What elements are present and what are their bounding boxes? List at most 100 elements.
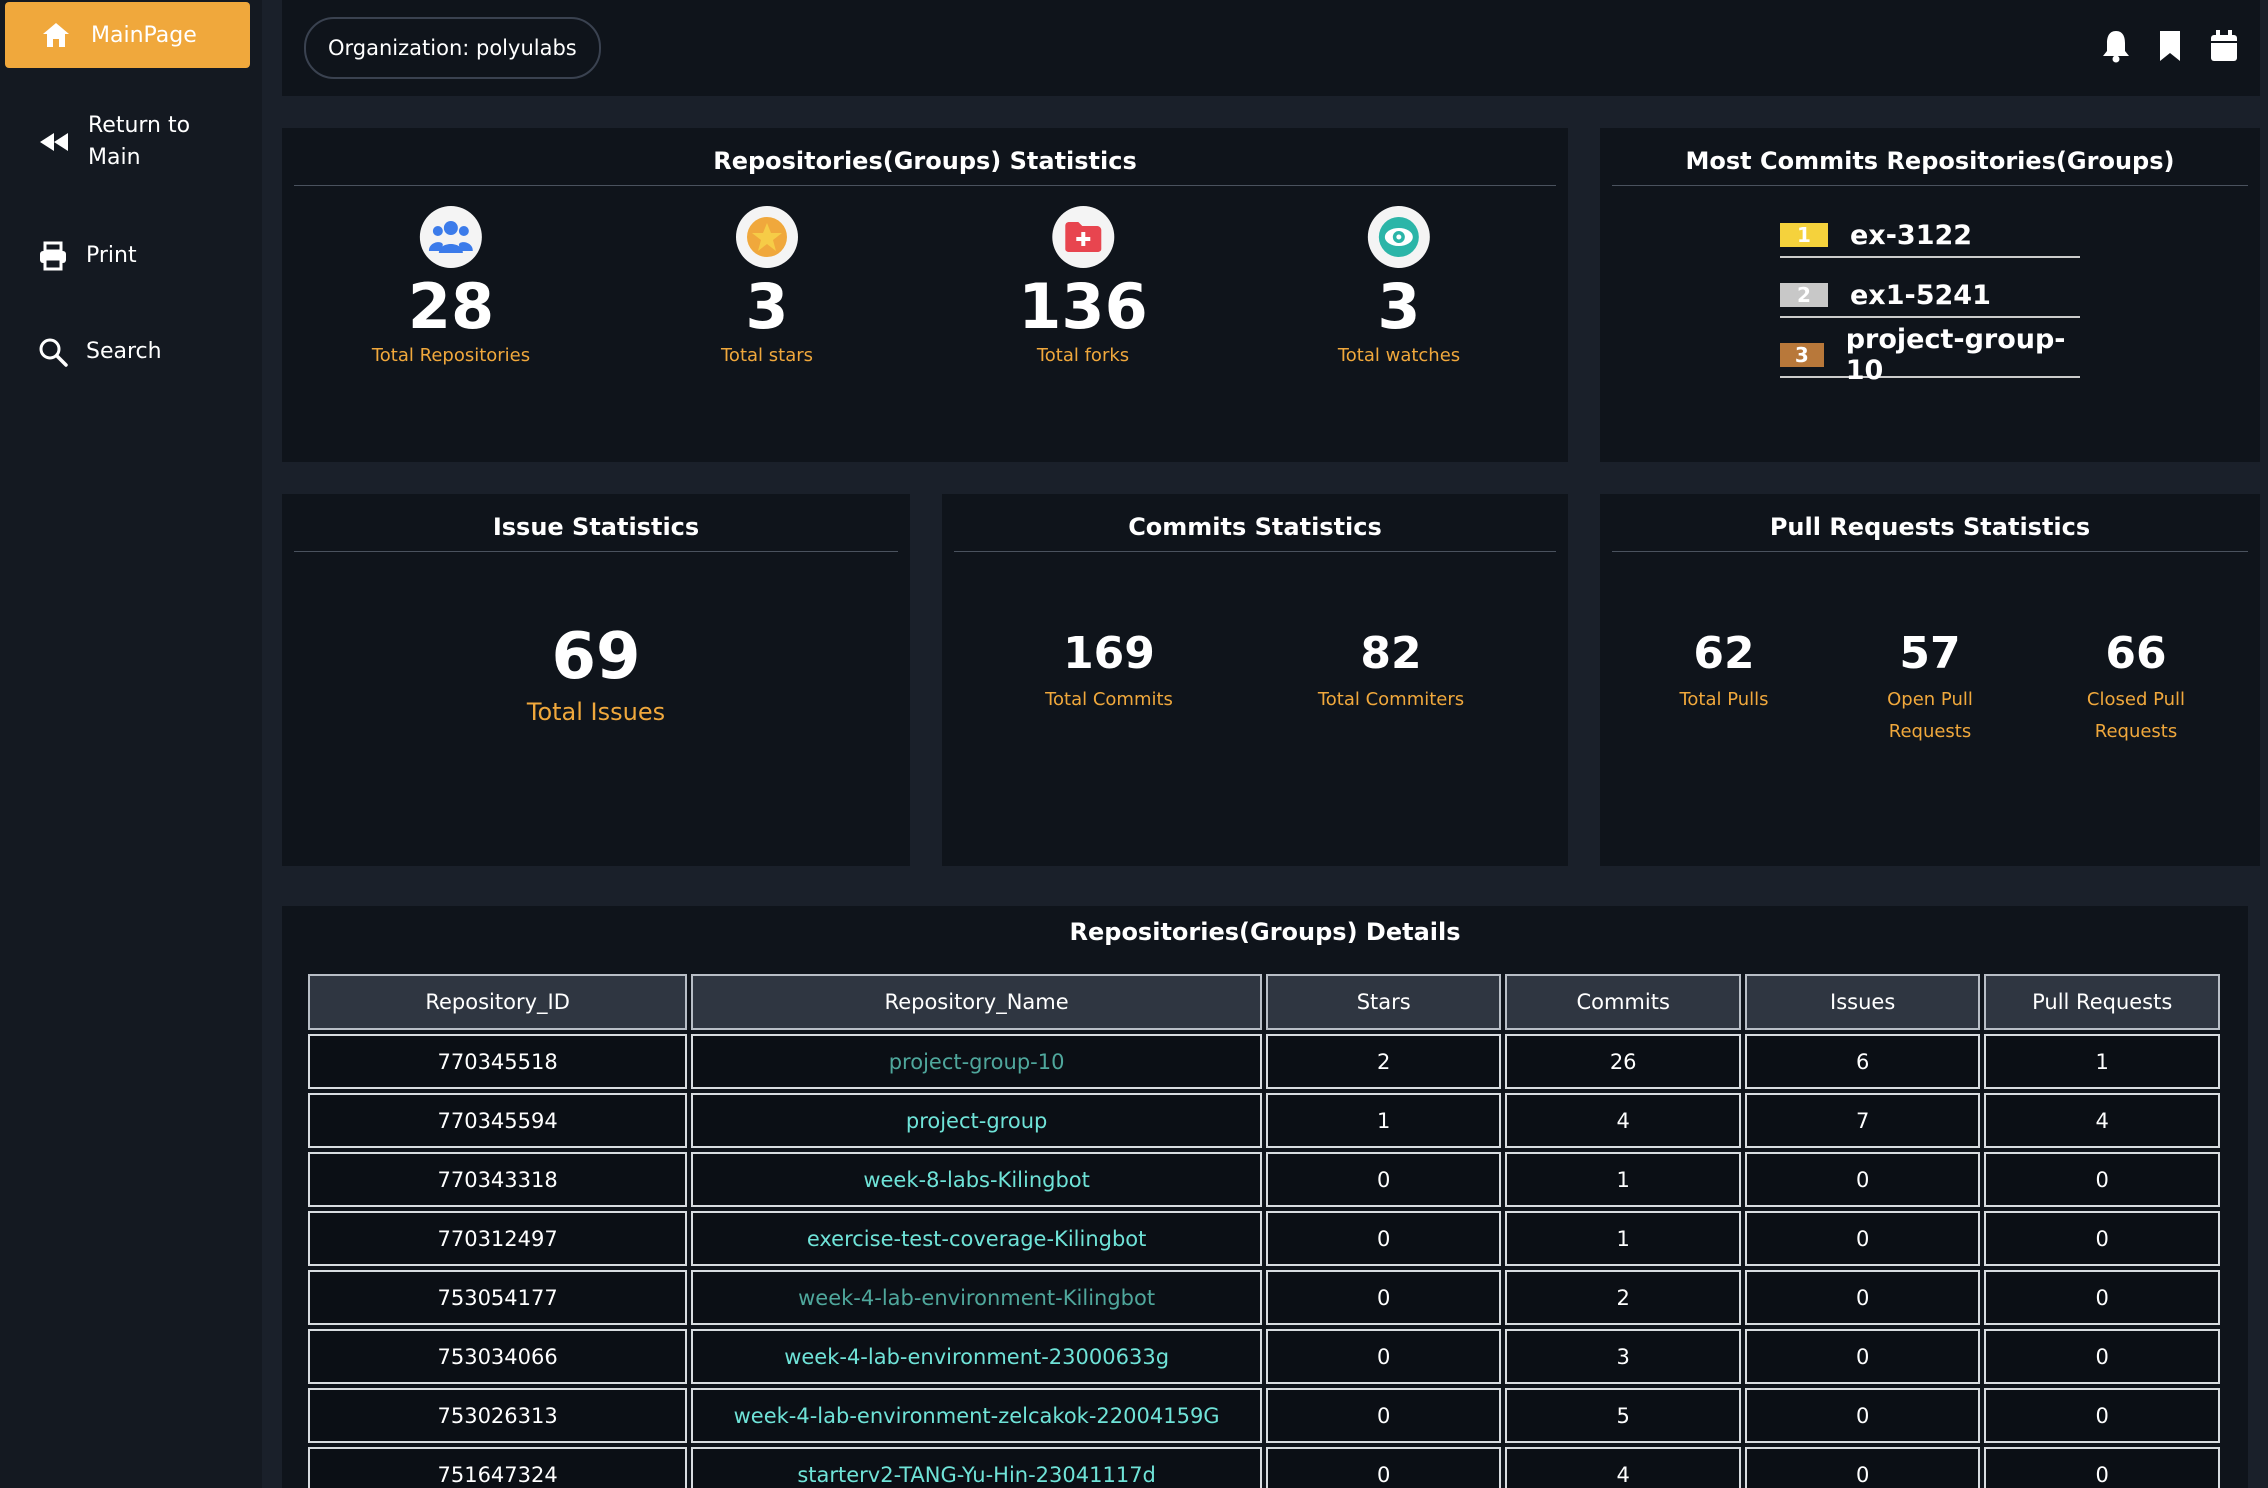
star-icon <box>735 206 798 268</box>
stat-value: 69 <box>551 620 641 694</box>
column-header[interactable]: Repository_Name <box>691 974 1262 1030</box>
repo-link[interactable]: project-group <box>691 1093 1262 1148</box>
stat-value: 169 <box>1063 628 1155 679</box>
cell-id: 770345518 <box>308 1034 688 1089</box>
repo-link[interactable]: starterv2-TANG-Yu-Hin-23041117d <box>691 1447 1262 1488</box>
sidebar: MainPage Return to Main Print Search <box>0 0 262 1488</box>
stat-label: Total forks <box>1036 345 1130 366</box>
table-row: 770343318 week-8-labs-Kilingbot 0 1 0 0 <box>308 1152 2220 1207</box>
stat-value: 82 <box>1360 628 1422 679</box>
stat-label: Total stars <box>720 345 814 366</box>
card-title: Repositories(Groups) Statistics <box>294 136 1556 186</box>
table-row: 753034066 week-4-lab-environment-2300063… <box>308 1329 2220 1384</box>
cell-pulls: 0 <box>1984 1447 2220 1488</box>
cell-id: 751647324 <box>308 1447 688 1488</box>
organization-badge[interactable]: Organization: polyulabs <box>304 17 601 79</box>
repo-name: ex1-5241 <box>1850 279 1991 311</box>
card-title: Pull Requests Statistics <box>1612 502 2248 552</box>
stat-label: Closed Pull Requests <box>2086 689 2186 742</box>
repo-link[interactable]: week-4-lab-environment-zelcakok-22004159… <box>691 1388 1262 1443</box>
stat-total-commits: 169 Total Commits <box>1045 624 1173 716</box>
stat-total-forks: 136 Total forks <box>1018 206 1148 372</box>
cell-issues: 7 <box>1744 1093 1981 1148</box>
cell-issues: 0 <box>1744 1270 1981 1325</box>
cell-commits: 3 <box>1505 1329 1741 1384</box>
search-icon <box>39 338 68 367</box>
column-header[interactable]: Stars <box>1265 974 1502 1030</box>
home-icon <box>43 23 69 47</box>
most-commits-list: 1 ex-3122 2 ex1-5241 3 project-group-10 <box>1780 214 2080 394</box>
stat-value: 62 <box>1693 628 1755 679</box>
table-row: 770312497 exercise-test-coverage-Kilingb… <box>308 1211 2220 1266</box>
users-icon <box>420 206 482 268</box>
stat-closed-pulls: 66 Closed Pull Requests <box>2081 624 2191 748</box>
sidebar-item-mainpage[interactable]: MainPage <box>5 2 250 68</box>
stat-label: Total Commits <box>1045 689 1173 710</box>
stat-value: 136 <box>1018 270 1148 343</box>
calendar-icon[interactable] <box>2208 28 2240 64</box>
repo-link[interactable]: week-8-labs-Kilingbot <box>691 1152 1262 1207</box>
stat-value: 57 <box>1899 628 1961 679</box>
repo-link[interactable]: week-4-lab-environment-Kilingbot <box>691 1270 1262 1325</box>
cell-pulls: 0 <box>1984 1388 2220 1443</box>
sidebar-item-return[interactable]: Return to Main <box>38 110 208 174</box>
sidebar-item-label: Print <box>86 243 137 268</box>
rank-badge: 2 <box>1780 283 1828 307</box>
cell-commits: 1 <box>1505 1152 1741 1207</box>
table-row: 770345594 project-group 1 4 7 4 <box>308 1093 2220 1148</box>
sidebar-item-search[interactable]: Search <box>38 336 162 368</box>
sidebar-item-print[interactable]: Print <box>38 240 137 272</box>
column-header[interactable]: Issues <box>1744 974 1981 1030</box>
dashboard-app: MainPage Return to Main Print Search Org… <box>0 0 2268 1488</box>
card-title: Issue Statistics <box>294 502 898 552</box>
cell-commits: 2 <box>1505 1270 1741 1325</box>
list-item[interactable]: 3 project-group-10 <box>1780 324 2080 386</box>
cell-stars: 2 <box>1265 1034 1502 1089</box>
stat-label: Total watches <box>1337 345 1461 366</box>
cell-issues: 0 <box>1744 1211 1981 1266</box>
list-item[interactable]: 2 ex1-5241 <box>1780 274 2080 318</box>
details-card: Repositories(Groups) Details Repository_… <box>282 906 2248 1488</box>
bookmark-icon[interactable] <box>2154 28 2186 64</box>
stat-value: 28 <box>407 270 495 343</box>
stat-label: Open Pull Requests <box>1887 689 1973 742</box>
column-header[interactable]: Repository_ID <box>308 974 688 1030</box>
issue-stats-card: Issue Statistics 69 Total Issues <box>282 494 910 866</box>
cell-issues: 6 <box>1744 1034 1981 1089</box>
cell-stars: 0 <box>1265 1388 1502 1443</box>
most-commits-card: Most Commits Repositories(Groups) 1 ex-3… <box>1600 128 2260 462</box>
cell-commits: 4 <box>1505 1447 1741 1488</box>
cell-stars: 0 <box>1265 1211 1502 1266</box>
stat-value: 66 <box>2105 628 2167 679</box>
column-header[interactable]: Commits <box>1505 974 1741 1030</box>
cell-stars: 0 <box>1265 1447 1502 1488</box>
table-row: 751647324 starterv2-TANG-Yu-Hin-23041117… <box>308 1447 2220 1488</box>
stat-total-repositories: 28 Total Repositories <box>372 206 530 372</box>
bell-icon[interactable] <box>2100 28 2132 64</box>
repo-link[interactable]: week-4-lab-environment-23000633g <box>691 1329 1262 1384</box>
repo-link[interactable]: exercise-test-coverage-Kilingbot <box>691 1211 1262 1266</box>
rank-badge: 3 <box>1780 343 1824 367</box>
sidebar-item-label: MainPage <box>91 22 197 48</box>
sidebar-item-label: Search <box>86 339 162 364</box>
cell-id: 770343318 <box>308 1152 688 1207</box>
column-header[interactable]: Pull Requests <box>1984 974 2220 1030</box>
cell-pulls: 4 <box>1984 1093 2220 1148</box>
stat-value: 3 <box>745 270 789 343</box>
cell-id: 753054177 <box>308 1270 688 1325</box>
stat-total-issues: 69 Total Issues <box>527 622 665 732</box>
list-item[interactable]: 1 ex-3122 <box>1780 214 2080 258</box>
card-title: Commits Statistics <box>954 502 1556 552</box>
repo-details-table: Repository_ID Repository_Name Stars Comm… <box>304 970 2224 1488</box>
printer-icon <box>40 241 66 271</box>
cell-id: 753034066 <box>308 1329 688 1384</box>
table-row: 770345518 project-group-10 2 26 6 1 <box>308 1034 2220 1089</box>
stat-total-watches: 3 Total watches <box>1338 206 1460 372</box>
cell-pulls: 1 <box>1984 1034 2220 1089</box>
repo-link[interactable]: project-group-10 <box>691 1034 1262 1089</box>
rewind-icon <box>40 133 68 151</box>
stat-open-pulls: 57 Open Pull Requests <box>1875 624 1985 748</box>
cell-stars: 0 <box>1265 1329 1502 1384</box>
cell-id: 770312497 <box>308 1211 688 1266</box>
sidebar-item-label: Return to Main <box>88 113 191 170</box>
